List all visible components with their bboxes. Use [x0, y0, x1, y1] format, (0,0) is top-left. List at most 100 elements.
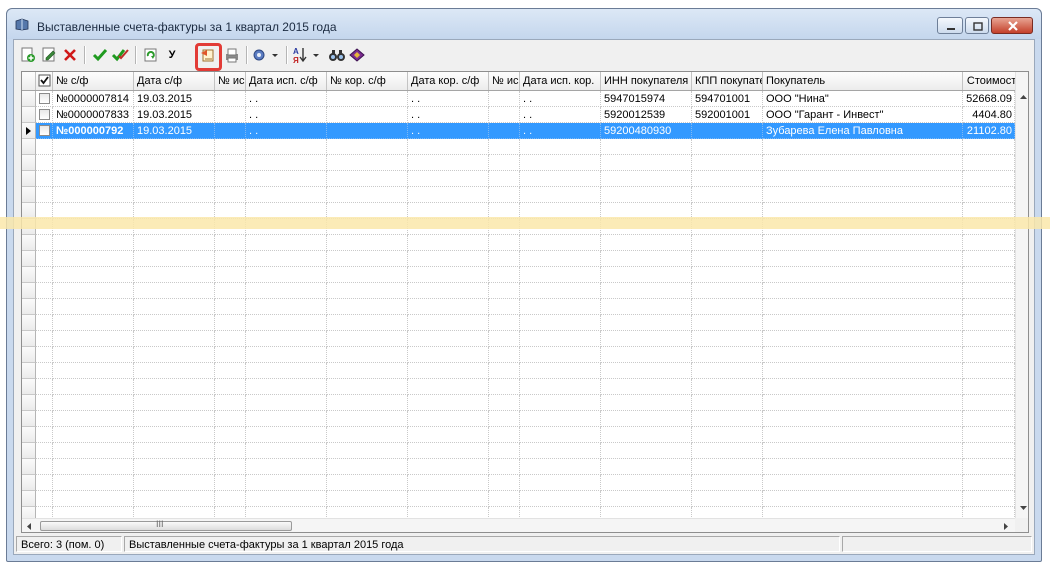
row-checkbox-cell[interactable]	[36, 411, 53, 427]
empty-row[interactable]	[22, 155, 1028, 171]
empty-row[interactable]	[22, 235, 1028, 251]
cell-cor-num[interactable]	[327, 427, 408, 443]
row-indicator[interactable]	[22, 299, 36, 315]
cell-cost[interactable]	[963, 155, 1015, 171]
cell-num[interactable]	[53, 299, 134, 315]
cell-kpp[interactable]	[692, 331, 763, 347]
cell-num[interactable]	[53, 363, 134, 379]
cell-cor-num[interactable]	[327, 491, 408, 507]
cell-num[interactable]	[53, 283, 134, 299]
cell-fix-date[interactable]	[246, 139, 327, 155]
cell-cor-num[interactable]	[327, 251, 408, 267]
cell-date[interactable]	[134, 171, 215, 187]
cell-fix-num[interactable]	[215, 91, 246, 107]
cell-cor-date[interactable]	[408, 427, 489, 443]
row-indicator[interactable]	[22, 139, 36, 155]
cell-cor-num[interactable]	[327, 107, 408, 123]
cell-buyer[interactable]	[763, 475, 963, 491]
cell-fix-num[interactable]	[215, 347, 246, 363]
cell-cor-date[interactable]	[408, 139, 489, 155]
cell-date[interactable]	[134, 491, 215, 507]
row-checkbox-cell[interactable]	[36, 123, 53, 139]
cell-cost[interactable]	[963, 171, 1015, 187]
row-indicator[interactable]	[22, 331, 36, 347]
cell-cor-fix-num[interactable]	[489, 267, 520, 283]
cell-kpp[interactable]	[692, 123, 763, 139]
cell-num[interactable]: №000000792	[53, 123, 134, 139]
row-checkbox-cell[interactable]	[36, 107, 53, 123]
cell-fix-date[interactable]	[246, 187, 327, 203]
cell-fix-date[interactable]	[246, 235, 327, 251]
cell-cor-num[interactable]	[327, 91, 408, 107]
cell-inn[interactable]	[601, 187, 692, 203]
cell-cor-date[interactable]	[408, 443, 489, 459]
cell-cor-num[interactable]	[327, 267, 408, 283]
cell-fix-date[interactable]	[246, 459, 327, 475]
cell-cor-fix-num[interactable]	[489, 235, 520, 251]
cell-cor-fix-num[interactable]	[489, 459, 520, 475]
cell-inn[interactable]	[601, 171, 692, 187]
empty-row[interactable]	[22, 443, 1028, 459]
cell-buyer[interactable]	[763, 331, 963, 347]
cell-cor-date[interactable]: . .	[408, 107, 489, 123]
cell-buyer[interactable]	[763, 491, 963, 507]
cell-num[interactable]	[53, 139, 134, 155]
cell-cor-fix-date[interactable]	[520, 379, 601, 395]
empty-row[interactable]	[22, 187, 1028, 203]
cell-buyer[interactable]	[763, 315, 963, 331]
cell-cor-fix-num[interactable]	[489, 363, 520, 379]
row-checkbox-cell[interactable]	[36, 491, 53, 507]
cell-cor-date[interactable]	[408, 459, 489, 475]
cell-inn[interactable]	[601, 347, 692, 363]
empty-row[interactable]	[22, 475, 1028, 491]
empty-row[interactable]	[22, 315, 1028, 331]
cell-date[interactable]	[134, 251, 215, 267]
cell-cost[interactable]	[963, 251, 1015, 267]
cell-fix-num[interactable]	[215, 251, 246, 267]
cell-kpp[interactable]	[692, 491, 763, 507]
column-header[interactable]: № исп	[215, 72, 246, 90]
cell-date[interactable]	[134, 347, 215, 363]
cell-cor-num[interactable]	[327, 411, 408, 427]
cell-buyer[interactable]	[763, 235, 963, 251]
cell-fix-num[interactable]	[215, 491, 246, 507]
cell-fix-num[interactable]	[215, 379, 246, 395]
row-checkbox-cell[interactable]	[36, 171, 53, 187]
cell-num[interactable]	[53, 171, 134, 187]
cell-date[interactable]	[134, 411, 215, 427]
cell-cor-fix-date[interactable]	[520, 171, 601, 187]
cell-cor-num[interactable]	[327, 139, 408, 155]
cell-cor-fix-date[interactable]	[520, 139, 601, 155]
cell-fix-date[interactable]	[246, 443, 327, 459]
cell-fix-date[interactable]	[246, 331, 327, 347]
cell-fix-num[interactable]	[215, 107, 246, 123]
cell-cor-num[interactable]	[327, 363, 408, 379]
cell-date[interactable]	[134, 139, 215, 155]
cell-fix-num[interactable]	[215, 459, 246, 475]
cell-kpp[interactable]	[692, 139, 763, 155]
cell-fix-date[interactable]: . .	[246, 123, 327, 139]
row-indicator[interactable]	[22, 283, 36, 299]
table-row[interactable]: №000000792 19.03.2015. .. .. . 59200480930…	[22, 123, 1028, 139]
cell-buyer[interactable]	[763, 411, 963, 427]
cell-cost[interactable]	[963, 299, 1015, 315]
cell-inn[interactable]	[601, 267, 692, 283]
cell-inn[interactable]	[601, 331, 692, 347]
cell-cost[interactable]	[963, 459, 1015, 475]
cell-cost[interactable]	[963, 267, 1015, 283]
cell-num[interactable]	[53, 411, 134, 427]
cell-cor-fix-date[interactable]: . .	[520, 107, 601, 123]
cell-kpp[interactable]	[692, 171, 763, 187]
cell-inn[interactable]	[601, 315, 692, 331]
vertical-scrollbar[interactable]	[1015, 72, 1028, 518]
cell-cor-fix-num[interactable]	[489, 299, 520, 315]
cell-cor-date[interactable]	[408, 331, 489, 347]
cell-cor-num[interactable]	[327, 283, 408, 299]
cell-fix-date[interactable]	[246, 379, 327, 395]
cell-cor-date[interactable]	[408, 299, 489, 315]
cell-cor-fix-num[interactable]	[489, 411, 520, 427]
cell-inn[interactable]	[601, 491, 692, 507]
cell-cor-fix-date[interactable]	[520, 331, 601, 347]
scroll-left-icon[interactable]	[22, 519, 37, 533]
cell-fix-num[interactable]	[215, 171, 246, 187]
